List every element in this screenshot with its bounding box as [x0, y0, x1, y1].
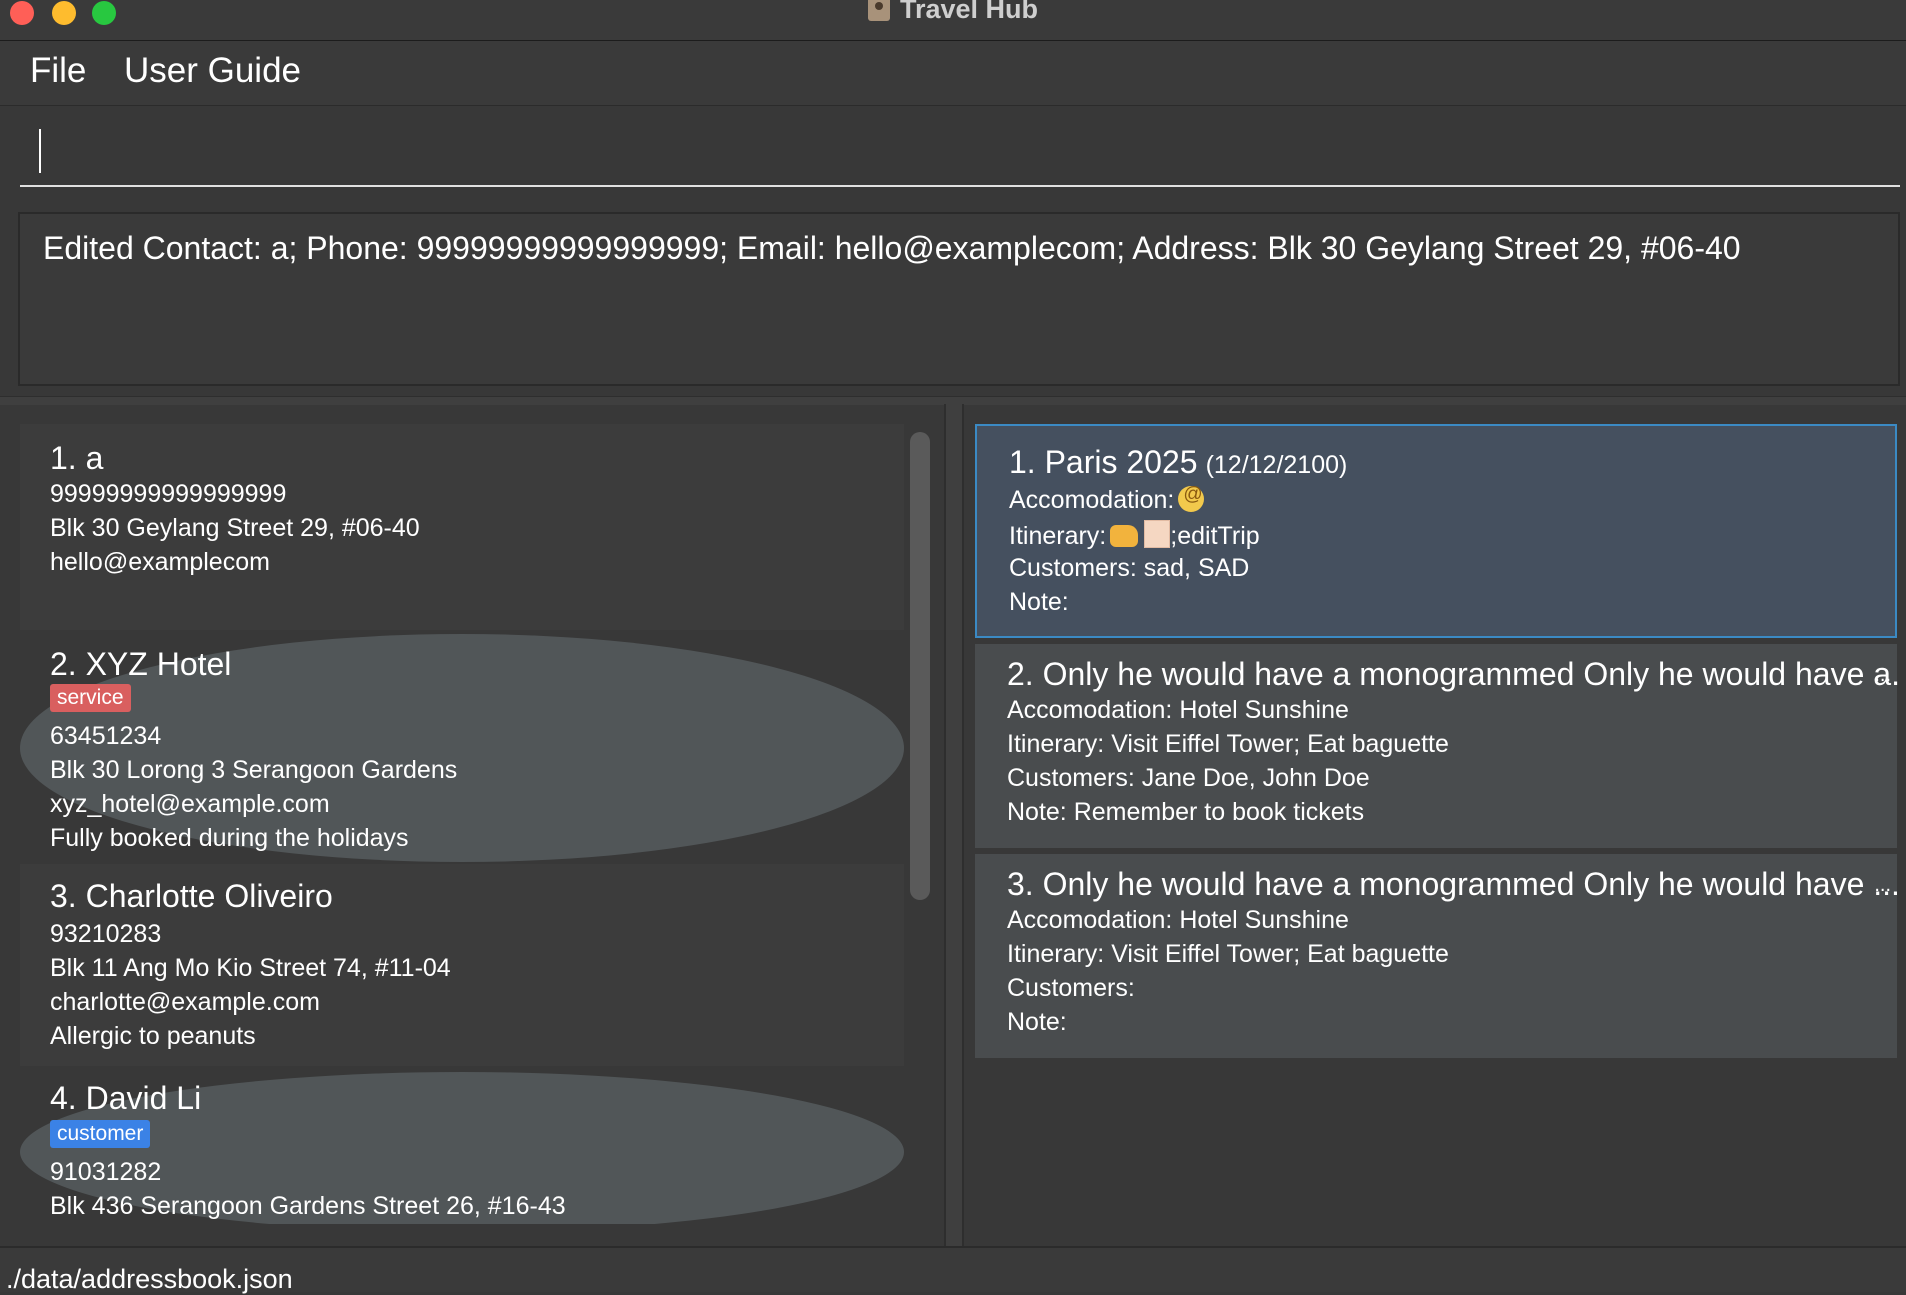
menu-file[interactable]: File — [30, 51, 86, 91]
trip-customers: Customers: sad, SAD — [1009, 554, 1250, 582]
trip-accomodation: Accomodation: — [1009, 484, 1205, 515]
trip-accomodation-label: Accomodation: — [1009, 486, 1175, 514]
trip-title-ellipsis: ... — [1874, 664, 1891, 686]
text-caret — [39, 129, 41, 173]
contact-email: xyz_hotel@example.com — [50, 790, 330, 818]
window-title: Travel Hub — [0, 0, 1906, 25]
contact-note: Allergic to peanuts — [50, 1022, 256, 1050]
trip-title: 2. Only he would have a monogrammed Only… — [1007, 656, 1900, 692]
skin-tone-block-icon — [1144, 520, 1171, 548]
contact-name: 4. David Li — [50, 1080, 202, 1116]
trip-itinerary: Itinerary: Visit Eiffel Tower; Eat bague… — [1007, 940, 1449, 968]
contact-phone: 63451234 — [50, 722, 162, 750]
menu-user-guide[interactable]: User Guide — [124, 51, 301, 91]
contact-name: 1. a — [50, 440, 104, 476]
trip-card[interactable]: 1. Paris 2025 (12/12/2100) Accomodation: … — [975, 424, 1897, 638]
trip-itinerary: Itinerary: ;editTrip — [1009, 520, 1260, 551]
trip-itinerary-label: Itinerary: — [1009, 522, 1107, 550]
contact-address: Blk 436 Serangoon Gardens Street 26, #16… — [50, 1192, 566, 1220]
contact-list[interactable]: 1. a 99999999999999999 Blk 30 Geylang St… — [20, 424, 904, 1224]
dizzy-face-emoji-icon — [1178, 484, 1205, 512]
tag-badge: service — [50, 684, 131, 712]
command-input[interactable] — [20, 125, 1900, 187]
contact-phone: 93210283 — [50, 920, 162, 948]
contact-email: hello@examplecom — [50, 548, 270, 576]
trip-card[interactable]: 2. Only he would have a monogrammed Only… — [975, 644, 1900, 848]
data-file-path: ./data/addressbook.json — [6, 1264, 293, 1294]
contact-card[interactable]: 3. Charlotte Oliveiro 93210283 Blk 11 An… — [20, 864, 904, 1066]
contact-address: Blk 30 Geylang Street 29, #06-40 — [50, 514, 420, 542]
trip-customers: Customers: — [1007, 974, 1135, 1002]
trip-itinerary-text: ;editTrip — [1170, 522, 1260, 550]
contact-email: charlotte@example.com — [50, 988, 320, 1016]
trip-list[interactable]: 1. Paris 2025 (12/12/2100) Accomodation: … — [975, 422, 1900, 1232]
status-bar: ./data/addressbook.json — [0, 1246, 1906, 1294]
trip-note: Note: — [1009, 588, 1069, 616]
contact-list-scrollbar[interactable] — [910, 432, 930, 900]
contact-book-icon — [867, 0, 890, 21]
contact-address: Blk 30 Lorong 3 Serangoon Gardens — [50, 756, 458, 784]
trip-itinerary: Itinerary: Visit Eiffel Tower; Eat bague… — [1007, 730, 1449, 758]
contact-name: 3. Charlotte Oliveiro — [50, 878, 333, 914]
contact-address: Blk 11 Ang Mo Kio Street 74, #11-04 — [50, 954, 451, 982]
trip-title: 3. Only he would have a monogrammed Only… — [1007, 866, 1900, 902]
trip-title: 1. Paris 2025 (12/12/2100) — [1009, 444, 1347, 481]
fist-emoji-icon — [1110, 525, 1139, 547]
tag-badge: customer — [50, 1120, 151, 1148]
trip-note: Note: Remember to book tickets — [1007, 798, 1365, 826]
title-bar: Travel Hub — [0, 0, 1906, 41]
trip-accomodation: Accomodation: Hotel Sunshine — [1007, 906, 1349, 934]
trip-title-text: 1. Paris 2025 — [1009, 444, 1198, 480]
contact-card[interactable]: 1. a 99999999999999999 Blk 30 Geylang St… — [20, 424, 904, 630]
trip-date: (12/12/2100) — [1205, 451, 1348, 479]
trip-accomodation: Accomodation: Hotel Sunshine — [1007, 696, 1349, 724]
result-message: Edited Contact: a; Phone: 99999999999999… — [43, 230, 1741, 266]
contact-card[interactable]: 4. David Li customer 91031282 Blk 436 Se… — [20, 1072, 904, 1224]
contact-phone: 99999999999999999 — [50, 480, 287, 508]
contact-note: Fully booked during the holidays — [50, 824, 409, 852]
contact-card[interactable]: 2. XYZ Hotel service 63451234 Blk 30 Lor… — [20, 634, 904, 862]
result-display: Edited Contact: a; Phone: 99999999999999… — [18, 212, 1900, 386]
trip-customers: Customers: Jane Doe, John Doe — [1007, 764, 1370, 792]
trip-title-ellipsis: ... — [1874, 874, 1891, 896]
vertical-divider[interactable] — [944, 404, 964, 1246]
menu-bar: File User Guide — [0, 41, 1906, 106]
contact-phone: 91031282 — [50, 1158, 162, 1186]
contact-name: 2. XYZ Hotel — [50, 646, 232, 682]
trip-note: Note: — [1007, 1008, 1067, 1036]
trip-card[interactable]: 3. Only he would have a monogrammed Only… — [975, 854, 1900, 1058]
